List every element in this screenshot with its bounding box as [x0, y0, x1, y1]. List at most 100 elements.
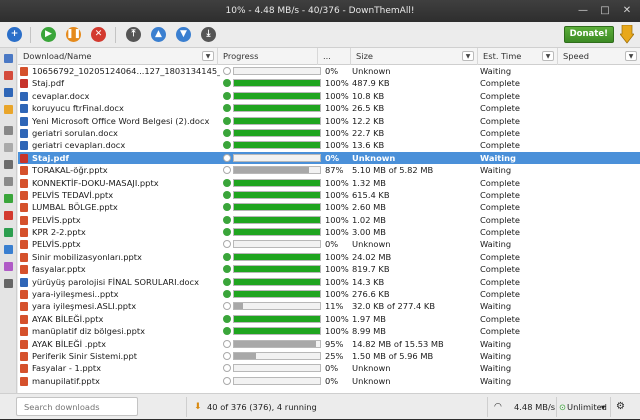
download-row[interactable]: KONNEKTİF-DOKU-MASAJI.pptx 100% 1.32 MB Com… [18, 177, 640, 189]
toolbar: + ▶ ❚❚ ✕ ⤒ ▲ ▼ ⤓ Donate! [0, 22, 640, 48]
download-row[interactable]: PELVİS TEDAVİ.pptx 100% 615.4 KB Complete [18, 189, 640, 201]
progress-percent: 100% [325, 251, 349, 262]
download-row[interactable]: TORAKAL-öğr.pptx 87% 5.10 MB of 5.82 MB Wai… [18, 164, 640, 176]
file-size: 1.50 MB of 5.96 MB [352, 350, 434, 361]
other-filter-icon[interactable] [4, 279, 13, 288]
pdf-file-icon [20, 79, 28, 89]
donate-button[interactable]: Donate! [563, 26, 614, 43]
download-row[interactable]: fasyalar.pptx 100% 819.7 KB Complete [18, 263, 640, 275]
search-input[interactable] [16, 397, 138, 416]
waiting-icon [223, 339, 231, 348]
column-header-size[interactable]: Size ▼ [351, 48, 478, 65]
limit-chevron-icon[interactable]: ▾ [601, 394, 605, 420]
download-row[interactable]: LUMBAL BÖLGE.pptx 100% 2.60 MB Complete [18, 201, 640, 213]
progress-cell [223, 325, 323, 337]
chevron-down-icon[interactable]: ▼ [462, 51, 474, 61]
ppt-file-icon [20, 351, 28, 361]
all-downloads-icon[interactable] [4, 54, 13, 63]
check-icon [223, 104, 231, 113]
chevron-down-icon[interactable]: ▼ [202, 51, 214, 61]
progress-fill [234, 352, 256, 359]
download-row[interactable]: PELVİS.pptx 0% Unknown Waiting [18, 238, 640, 250]
maximize-icon[interactable]: □ [598, 4, 612, 18]
check-icon [223, 116, 231, 125]
download-row[interactable]: cevaplar.docx 100% 10.8 KB Complete [18, 90, 640, 102]
progress-percent: 95% [325, 338, 344, 349]
move-top-icon[interactable]: ⤒ [126, 27, 141, 42]
media-filter-icon[interactable] [4, 262, 13, 271]
file-size: 276.6 KB [352, 289, 390, 300]
download-row[interactable]: yürüyüş parolojisi FİNAL SORULARI.docx 10… [18, 276, 640, 288]
check-icon [223, 178, 231, 187]
waiting-icon [223, 240, 231, 249]
file-name: Sinir mobilizasyonları.pptx [32, 251, 142, 262]
progress-bar [233, 265, 321, 274]
column-header-speed[interactable]: Speed ▼ [558, 48, 640, 65]
download-row[interactable]: Yeni Microsoft Office Word Belgesi (2).d… [18, 115, 640, 127]
download-row[interactable]: Staj.pdf 0% Unknown Waiting [18, 151, 640, 165]
progress-cell [223, 139, 323, 151]
ppt-file-icon [20, 376, 28, 386]
column-header-est-time[interactable]: Est. Time ▼ [478, 48, 558, 65]
download-row[interactable]: Staj.pdf 100% 487.9 KB Complete [18, 77, 640, 89]
download-row[interactable]: geriatri sorulan.docx 100% 22.7 KB Complete [18, 127, 640, 139]
text-filter-icon[interactable] [4, 143, 13, 152]
download-row[interactable]: geriatri cevapları.docx 100% 13.6 KB Comple… [18, 139, 640, 151]
completed-filter-icon[interactable] [4, 194, 13, 203]
chevron-down-icon[interactable]: ▼ [542, 51, 554, 61]
progress-fill [234, 303, 244, 310]
download-row[interactable]: Fasyalar - 1.pptx 0% Unknown Waiting [18, 362, 640, 374]
ppt-file-icon [20, 178, 28, 188]
archive-filter-icon[interactable] [4, 160, 13, 169]
download-row[interactable]: yara iyileşmesi.ASLI.pptx 11% 32.0 KB of 2… [18, 300, 640, 312]
pdf-filter-icon[interactable] [4, 71, 13, 80]
download-row[interactable]: AYAK BİLEĞİ.pptx 100% 1.97 MB Complete [18, 313, 640, 325]
progress-cell [223, 263, 323, 275]
download-row[interactable]: Periferik Sinir Sistemi.ppt 25% 1.50 MB of… [18, 350, 640, 362]
progress-bar [233, 141, 321, 150]
est-time: Waiting [480, 301, 512, 312]
progress-percent: 100% [325, 276, 349, 287]
pause-icon[interactable]: ❚❚ [66, 27, 81, 42]
est-time: Waiting [480, 239, 512, 250]
move-down-icon[interactable]: ▼ [176, 27, 191, 42]
search-filter-icon[interactable] [4, 177, 13, 186]
gear-icon[interactable]: ⚙ [616, 394, 625, 420]
chevron-down-icon[interactable]: ▼ [625, 51, 637, 61]
add-download-icon[interactable]: + [7, 27, 22, 42]
download-row[interactable]: KPR 2-2.pptx 100% 3.00 MB Complete [18, 226, 640, 238]
progress-fill [234, 291, 320, 298]
download-row[interactable]: PELVİS.pptx 100% 1.02 MB Complete [18, 214, 640, 226]
download-row[interactable]: 10656792_10205124064...127_1803134145_n.… [18, 65, 640, 77]
move-up-icon[interactable]: ▲ [151, 27, 166, 42]
file-filter-icon[interactable] [4, 126, 13, 135]
file-size: 1.02 MB [352, 214, 386, 225]
move-bottom-icon[interactable]: ⤓ [201, 27, 216, 42]
download-row[interactable]: koruyucu ftrFinal.docx 100% 26.5 KB Complet… [18, 102, 640, 114]
cancel-icon[interactable]: ✕ [91, 27, 106, 42]
download-row[interactable]: manupilatif.pptx 0% Unknown Waiting [18, 375, 640, 387]
file-name: AYAK BİLEĞİ .pptx [32, 338, 107, 349]
column-header-more[interactable]: ... [318, 48, 351, 65]
download-row[interactable]: manüplatif diz bölgesi.pptx 100% 8.99 MB Co… [18, 325, 640, 337]
resume-icon[interactable]: ▶ [41, 27, 56, 42]
download-row[interactable]: yara-iyileşmesi..pptx 100% 276.6 KB Complet… [18, 288, 640, 300]
file-size: 10.8 KB [352, 90, 385, 101]
doc-filter-icon[interactable] [4, 88, 13, 97]
minimize-icon[interactable]: — [576, 4, 590, 18]
word-file-icon [20, 104, 28, 114]
image-filter-icon[interactable] [4, 245, 13, 254]
progress-percent: 0% [325, 375, 339, 386]
spreadsheet-filter-icon[interactable] [4, 228, 13, 237]
folder-filter-icon[interactable] [4, 105, 13, 114]
error-filter-icon[interactable] [4, 211, 13, 220]
progress-percent: 100% [325, 115, 349, 126]
download-row[interactable]: AYAK BİLEĞİ .pptx 95% 14.82 MB of 15.53 MB… [18, 338, 640, 350]
ppt-file-icon [20, 228, 28, 238]
column-header-progress[interactable]: Progress [218, 48, 318, 65]
column-header-name[interactable]: Download/Name ▼ [18, 48, 218, 65]
download-row[interactable]: Sinir mobilizasyonları.pptx 100% 24.02 MB C… [18, 251, 640, 263]
limit-icon: ⊙ [559, 402, 566, 412]
close-window-icon[interactable]: ✕ [620, 4, 634, 18]
total-speed: 4.48 MB/s [514, 402, 556, 412]
